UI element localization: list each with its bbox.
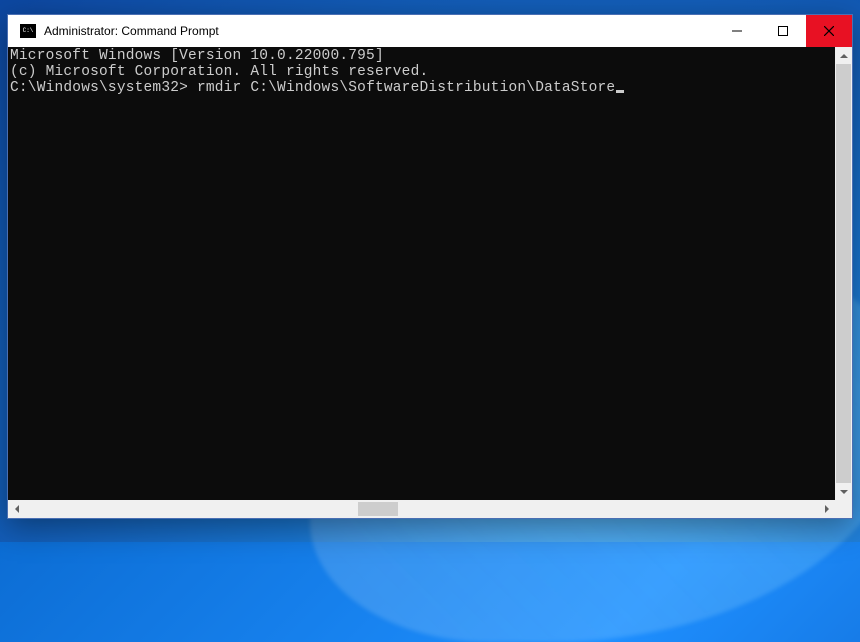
- titlebar[interactable]: Administrator: Command Prompt: [8, 15, 852, 47]
- terminal-command: rmdir C:\Windows\SoftwareDistribution\Da…: [197, 80, 615, 96]
- scroll-down-arrow-icon[interactable]: [835, 483, 852, 500]
- terminal-prompt: C:\Windows\system32>: [10, 80, 188, 96]
- terminal-line: Microsoft Windows [Version 10.0.22000.79…: [10, 49, 833, 65]
- terminal-line: (c) Microsoft Corporation. All rights re…: [10, 65, 833, 81]
- terminal-output[interactable]: Microsoft Windows [Version 10.0.22000.79…: [8, 47, 835, 500]
- minimize-button[interactable]: [714, 15, 760, 47]
- scroll-up-arrow-icon[interactable]: [835, 47, 852, 64]
- horizontal-scrollbar[interactable]: [8, 500, 852, 518]
- command-prompt-window: Administrator: Command Prompt Microsoft …: [7, 14, 853, 519]
- scroll-track-vertical[interactable]: [835, 64, 852, 483]
- minimize-icon: [732, 26, 742, 36]
- scroll-thumb-vertical[interactable]: [836, 64, 851, 483]
- terminal-cursor: [616, 90, 624, 93]
- vertical-scrollbar[interactable]: [835, 47, 852, 500]
- resize-grip-icon[interactable]: [835, 500, 852, 518]
- terminal-prompt-line: C:\Windows\system32> rmdir C:\Windows\So…: [10, 81, 833, 97]
- maximize-button[interactable]: [760, 15, 806, 47]
- close-button[interactable]: [806, 15, 852, 47]
- scroll-track-horizontal[interactable]: [25, 500, 818, 518]
- scroll-left-arrow-icon[interactable]: [8, 500, 25, 518]
- scroll-right-arrow-icon[interactable]: [818, 500, 835, 518]
- close-icon: [824, 26, 834, 36]
- window-body: Microsoft Windows [Version 10.0.22000.79…: [8, 47, 852, 500]
- window-controls: [714, 15, 852, 47]
- window-title: Administrator: Command Prompt: [44, 24, 714, 38]
- scroll-thumb-horizontal[interactable]: [358, 502, 398, 516]
- cmd-icon: [20, 24, 36, 38]
- maximize-icon: [778, 26, 788, 36]
